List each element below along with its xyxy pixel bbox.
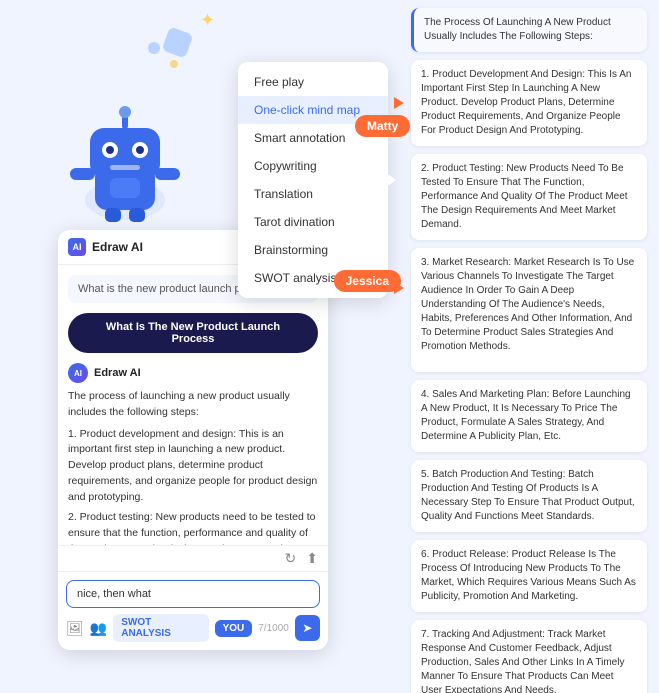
deco-dot — [148, 42, 160, 54]
mindmap-node-6: 6. Product Release: Product Release Is T… — [411, 540, 647, 612]
generated-answer-label: What Is The New Product Launch Process — [68, 313, 318, 353]
mindmap-node-4: 4. Sales And Marketing Plan: Before Laun… — [411, 380, 647, 452]
matty-label: Matty — [355, 115, 410, 137]
swot-badge[interactable]: SWOT ANALYSIS — [113, 614, 208, 642]
refresh-icon[interactable]: ↻ — [285, 550, 297, 567]
deco-star: ✦ — [200, 10, 215, 31]
chat-body: What is the new product launch process W… — [58, 265, 328, 545]
jessica-label: Jessica — [334, 270, 401, 292]
matty-arrow — [394, 97, 404, 109]
chat-toolbar: 🖼 👥 SWOT ANALYSIS YOU 7/1000 ➤ — [66, 614, 320, 642]
deco-dot — [170, 60, 178, 68]
right-panel: The Process Of Launching A New Product U… — [399, 0, 659, 693]
mindmap-header-node: The Process Of Launching A New Product U… — [411, 8, 647, 52]
you-label: YOU — [215, 620, 253, 637]
robot-character — [60, 100, 190, 235]
image-icon[interactable]: 🖼 — [66, 620, 84, 637]
sender-avatar: AI — [68, 363, 88, 383]
chat-input[interactable] — [66, 580, 320, 608]
dropdown-item-freeplay[interactable]: Free play — [238, 68, 388, 96]
mindmap-node-3: 3. Market Research: Market Research Is T… — [411, 248, 647, 372]
sender-name: Edraw AI — [94, 367, 141, 379]
dropdown-item-translation[interactable]: Translation — [238, 180, 388, 208]
deco-square — [161, 26, 193, 58]
mindmap-node-5: 5. Batch Production And Testing: Batch P… — [411, 460, 647, 532]
dropdown-menu: Free play One-click mind map Smart annot… — [238, 62, 388, 298]
dropdown-item-copywriting[interactable]: Copywriting — [238, 152, 388, 180]
chat-title: Edraw AI — [92, 240, 248, 254]
mindmap-node-1: 1. Product Development And Design: This … — [411, 60, 647, 146]
answer-sender: AI Edraw AI — [68, 363, 318, 383]
mindmap-node-2: 2. Product Testing: New Products Need To… — [411, 154, 647, 240]
chat-input-area: 🖼 👥 SWOT ANALYSIS YOU 7/1000 ➤ — [58, 571, 328, 650]
counter-text: 7/1000 — [258, 623, 289, 634]
people-icon[interactable]: 👥 — [90, 620, 107, 637]
export-icon[interactable]: ⬆ — [306, 550, 318, 567]
dropdown-arrow — [388, 174, 396, 186]
dropdown-item-tarot[interactable]: Tarot divination — [238, 208, 388, 236]
mindmap-header-text: The Process Of Launching A New Product U… — [424, 17, 611, 42]
ai-logo: AI — [68, 238, 86, 256]
dropdown-item-brainstorm[interactable]: Brainstorming — [238, 236, 388, 264]
chat-footer-actions: ↻ ⬆ — [58, 545, 328, 571]
mindmap-node-7: 7. Tracking And Adjustment: Track Market… — [411, 620, 647, 693]
send-button[interactable]: ➤ — [295, 615, 320, 641]
answer-text: The process of launching a new product u… — [68, 389, 318, 545]
